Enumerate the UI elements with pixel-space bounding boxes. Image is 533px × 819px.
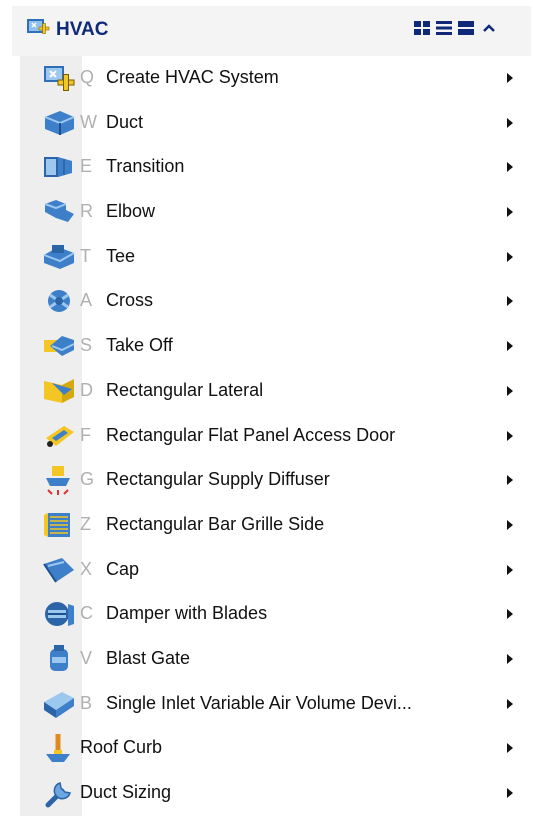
tee-icon	[42, 241, 76, 273]
menu-item-tee[interactable]: T Tee	[20, 234, 531, 280]
shortcut-key: W	[80, 111, 97, 132]
submenu-arrow-icon[interactable]	[507, 117, 513, 128]
menu-item-label: Duct	[106, 111, 144, 132]
submenu-arrow-icon[interactable]	[507, 430, 513, 441]
menu-item-damper-with-blades[interactable]: C Damper with Blades	[20, 592, 531, 637]
menu-item-label: Transition	[106, 156, 185, 177]
shortcut-key: T	[80, 245, 91, 266]
menu-item-label: Elbow	[106, 201, 156, 222]
submenu-arrow-icon[interactable]	[507, 475, 513, 486]
submenu-arrow-icon[interactable]	[507, 207, 513, 218]
shortcut-key: Q	[80, 67, 95, 87]
collapse-chevron-icon[interactable]	[478, 18, 500, 38]
hvac-command-list: Q Create HVAC System W Duct E Transition R Elbo…	[20, 56, 531, 816]
submenu-arrow-icon[interactable]	[507, 609, 513, 620]
menu-item-label: Tee	[106, 245, 136, 266]
panel-title: HVAC	[56, 19, 109, 40]
menu-item-single-inlet-variable-air-volume-devi[interactable]: B Single Inlet Variable Air Volume Devi..…	[20, 681, 531, 727]
supply-diffuser-icon	[42, 464, 76, 496]
menu-item-label: Damper with Blades	[106, 603, 268, 624]
shortcut-key: B	[80, 692, 93, 713]
menu-item-transition[interactable]: E Transition	[20, 145, 531, 191]
menu-item-take-off[interactable]: S Take Off	[20, 324, 531, 369]
bar-grille-icon	[42, 509, 76, 541]
submenu-arrow-icon[interactable]	[507, 519, 513, 530]
menu-item-label: Cross	[106, 290, 154, 311]
panel-header: HVAC	[12, 6, 531, 56]
menu-item-rectangular-flat-panel-access-door[interactable]: F Rectangular Flat Panel Access Door	[20, 413, 531, 459]
submenu-arrow-icon[interactable]	[507, 788, 513, 798]
list-view-icon[interactable]	[434, 18, 456, 38]
submenu-arrow-icon[interactable]	[507, 251, 513, 262]
shortcut-key: R	[80, 201, 93, 222]
elbow-icon	[42, 196, 76, 228]
submenu-arrow-icon[interactable]	[507, 653, 513, 664]
menu-item-label: Rectangular Supply Diffuser	[106, 469, 330, 490]
submenu-arrow-icon[interactable]	[507, 296, 513, 307]
menu-item-label: Rectangular Bar Grille Side	[106, 513, 325, 534]
menu-item-label: Blast Gate	[106, 647, 191, 668]
menu-item-duct[interactable]: W Duct	[20, 100, 531, 146]
menu-item-label: Roof Curb	[80, 737, 163, 758]
menu-item-duct-sizing[interactable]: Duct Sizing	[20, 771, 531, 816]
menu-item-label: Duct Sizing	[80, 782, 172, 802]
submenu-arrow-icon[interactable]	[507, 698, 513, 709]
submenu-arrow-icon[interactable]	[507, 341, 513, 352]
grid-view-icon[interactable]	[412, 18, 434, 38]
menu-item-elbow[interactable]: R Elbow	[20, 190, 531, 235]
menu-item-cross[interactable]: A Cross	[20, 279, 531, 325]
submenu-arrow-icon[interactable]	[507, 162, 513, 173]
damper-icon	[42, 598, 76, 630]
shortcut-key: G	[80, 469, 95, 490]
menu-item-label: Take Off	[106, 335, 173, 356]
menu-item-rectangular-bar-grille-side[interactable]: Z Rectangular Bar Grille Side	[20, 502, 531, 548]
vav-device-icon	[42, 688, 76, 720]
shortcut-key: S	[80, 335, 93, 356]
submenu-arrow-icon[interactable]	[507, 385, 513, 396]
menu-item-label: Cap	[106, 558, 140, 579]
submenu-arrow-icon[interactable]	[507, 73, 513, 83]
shortcut-key: Z	[80, 513, 91, 534]
submenu-arrow-icon[interactable]	[507, 743, 513, 754]
take-off-icon	[42, 330, 76, 362]
menu-item-label: Create HVAC System	[106, 67, 279, 87]
submenu-arrow-icon[interactable]	[507, 564, 513, 575]
shortcut-key: A	[80, 290, 93, 311]
menu-item-blast-gate[interactable]: V Blast Gate	[20, 636, 531, 682]
shortcut-key: C	[80, 603, 93, 624]
menu-item-rectangular-supply-diffuser[interactable]: G Rectangular Supply Diffuser	[20, 458, 531, 503]
menu-item-roof-curb[interactable]: Roof Curb	[20, 726, 531, 771]
menu-item-label: Rectangular Lateral	[106, 379, 264, 400]
shortcut-key: E	[80, 156, 93, 177]
large-list-view-icon[interactable]	[456, 18, 478, 38]
hvac-menu-panel: HVAC Q Create HVAC System W Duct E Transi…	[12, 6, 531, 816]
hvac-system-icon	[26, 16, 50, 40]
cross-icon	[42, 285, 76, 317]
shortcut-key: V	[80, 647, 93, 668]
rectangular-lateral-icon	[42, 375, 76, 407]
menu-item-cap[interactable]: X Cap	[20, 547, 531, 593]
menu-item-label: Rectangular Flat Panel Access Door	[106, 424, 396, 445]
shortcut-key: F	[80, 424, 91, 445]
access-door-icon	[42, 420, 76, 452]
shortcut-key: X	[80, 558, 93, 579]
cap-icon	[42, 554, 76, 586]
menu-item-rectangular-lateral[interactable]: D Rectangular Lateral	[20, 368, 531, 414]
duct-icon	[42, 107, 76, 139]
shortcut-key: D	[80, 379, 93, 400]
create-hvac-system-icon	[42, 62, 76, 94]
menu-item-create-hvac-system[interactable]: Q Create HVAC System	[20, 56, 531, 101]
duct-sizing-icon	[42, 777, 76, 809]
blast-gate-icon	[42, 643, 76, 675]
transition-icon	[42, 151, 76, 183]
menu-item-label: Single Inlet Variable Air Volume Devi...	[106, 692, 412, 713]
roof-curb-icon	[42, 732, 76, 764]
